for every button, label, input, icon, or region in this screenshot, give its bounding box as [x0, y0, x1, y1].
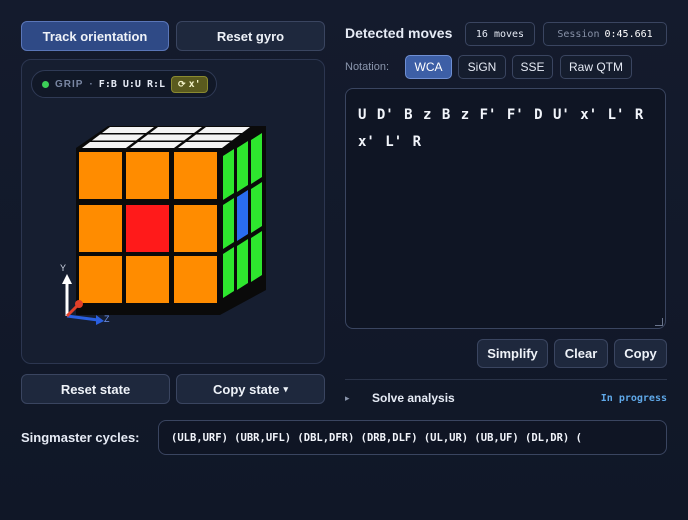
sticker-top-2-0 [102, 127, 154, 133]
notation-raw-qtm[interactable]: Raw QTM [560, 55, 632, 79]
cycles-text: (ULB,URF) (UBR,UFL) (DBL,DFR) (DRB,DLF) … [171, 431, 582, 444]
moves-textarea[interactable]: U D' B z B z F' F' D U' x' L' R x' L' R [345, 88, 666, 329]
y-axis-label: Y [60, 263, 66, 273]
sticker-right-1-1 [237, 190, 248, 241]
solve-status: In progress [600, 392, 667, 404]
reset-gyro-button[interactable]: Reset gyro [176, 21, 325, 51]
sticker-top-0-1 [130, 142, 182, 148]
simplify-button[interactable]: Simplify [477, 339, 548, 368]
cycles-box[interactable]: (ULB,URF) (UBR,UFL) (DBL,DFR) (DRB,DLF) … [158, 420, 667, 455]
sticker-right-1-2 [251, 182, 262, 233]
clear-button[interactable]: Clear [554, 339, 608, 368]
sticker-front-1-1 [126, 205, 169, 252]
sticker-top-1-0 [92, 134, 144, 141]
sticker-front-2-0 [79, 256, 122, 303]
z-axis-arrow [96, 315, 104, 325]
moves-title: Detected moves [345, 25, 453, 41]
moves-count-badge: 16 moves [465, 22, 535, 46]
session-badge: Session 0:45.661 [543, 22, 667, 46]
copy-state-label: Copy state [213, 381, 280, 397]
sticker-top-0-2 [178, 142, 230, 148]
z-axis [66, 314, 99, 322]
sticker-right-2-2 [251, 231, 262, 282]
y-axis-arrow [62, 274, 72, 284]
notation-sign[interactable]: SiGN [458, 55, 506, 79]
sticker-front-0-0 [79, 152, 122, 199]
sticker-front-0-1 [126, 152, 169, 199]
cube-viewport[interactable]: GRIP · F:B U:U R:L ⟳ x' Y Z [21, 59, 325, 364]
track-orientation-button[interactable]: Track orientation [21, 21, 169, 51]
session-time: 0:45.661 [604, 28, 653, 40]
solve-analysis-toggle[interactable]: ▸ Solve analysis In progress [345, 389, 667, 407]
cube-3d: Y Z [60, 126, 266, 325]
notation-sse[interactable]: SSE [512, 55, 553, 79]
notation-label: Notation: [345, 61, 390, 73]
axes-origin [75, 300, 83, 308]
sticker-top-1-1 [140, 134, 192, 141]
sticker-right-0-2 [251, 133, 262, 184]
sticker-right-0-0 [223, 149, 234, 200]
divider [345, 379, 667, 380]
moves-text: U D' B z B z F' F' D U' x' L' R x' L' R [358, 107, 644, 150]
sticker-right-1-0 [223, 198, 234, 249]
resize-handle-icon[interactable] [655, 318, 663, 326]
sticker-front-0-2 [174, 152, 217, 199]
session-label: Session [557, 28, 600, 40]
reset-state-button[interactable]: Reset state [21, 374, 170, 404]
sticker-top-2-2 [198, 127, 250, 133]
sticker-front-2-2 [174, 256, 217, 303]
sticker-right-0-1 [237, 141, 248, 192]
copy-state-button[interactable]: Copy state ▾ [176, 374, 325, 404]
sticker-right-2-0 [223, 247, 234, 298]
sticker-top-1-2 [188, 134, 240, 141]
sticker-top-2-1 [150, 127, 202, 133]
sticker-front-1-2 [174, 205, 217, 252]
sticker-right-2-1 [237, 239, 248, 290]
cycles-label: Singmaster cycles: [21, 430, 140, 445]
copy-button[interactable]: Copy [614, 339, 667, 368]
sticker-front-2-1 [126, 256, 169, 303]
sticker-front-1-0 [79, 205, 122, 252]
sticker-top-0-0 [82, 142, 134, 148]
solve-analysis-label: Solve analysis [372, 391, 455, 405]
z-axis-label: Z [104, 314, 110, 324]
caret-right-icon: ▸ [345, 392, 350, 403]
notation-wca[interactable]: WCA [405, 55, 452, 79]
chevron-down-icon: ▾ [283, 383, 288, 394]
